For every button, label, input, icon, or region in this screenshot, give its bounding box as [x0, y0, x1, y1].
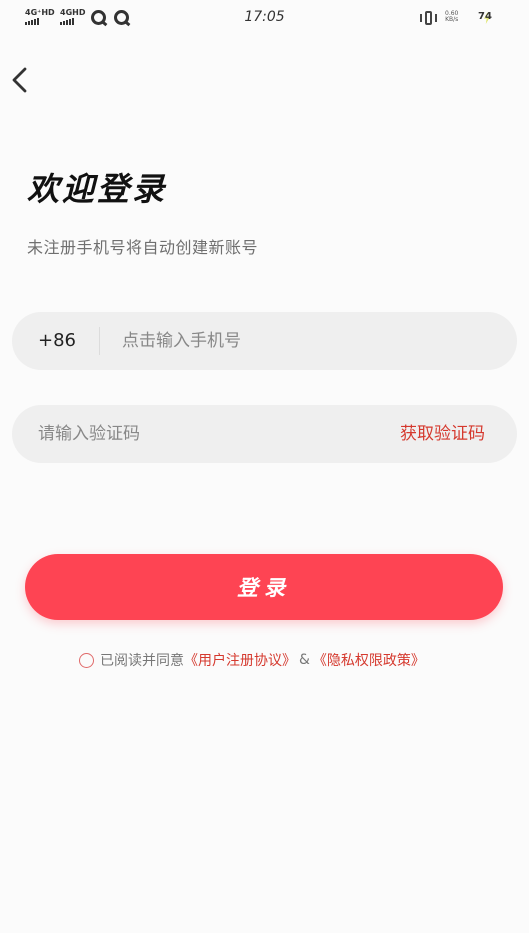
- agree-radio[interactable]: [79, 652, 94, 668]
- user-agreement-link[interactable]: 《用户注册协议》: [184, 650, 296, 670]
- network-speed-unit: KB/s: [445, 16, 459, 23]
- agree-prefix-text: 已阅读并同意: [100, 653, 184, 669]
- battery-level: 74: [478, 11, 492, 22]
- privacy-policy-link[interactable]: 《隐私权限政策》: [313, 650, 425, 670]
- verification-code-input[interactable]: [38, 405, 368, 463]
- field-divider: [99, 327, 100, 355]
- back-button[interactable]: [6, 64, 36, 96]
- battery-icon: 74: [476, 11, 492, 25]
- phone-input[interactable]: [122, 312, 492, 370]
- phone-field: +86: [12, 312, 517, 370]
- page-title: 欢迎登录: [27, 170, 168, 208]
- agreement-ampersand: &: [299, 652, 310, 668]
- country-code[interactable]: +86: [38, 312, 76, 370]
- get-code-button[interactable]: 获取验证码: [400, 405, 485, 463]
- page-subtitle: 未注册手机号将自动创建新账号: [27, 238, 259, 257]
- chevron-left-icon: [12, 67, 27, 93]
- network-speed: 0.60 KB/s: [445, 11, 458, 23]
- status-bar: 4G⁺HD 4GHD 17:05 0.60 KB/s 74: [0, 0, 529, 36]
- login-button[interactable]: 登录: [25, 554, 503, 620]
- verification-code-field: 获取验证码: [12, 405, 517, 463]
- agreement-row: 已阅读并同意 《用户注册协议》 & 《隐私权限政策》: [79, 650, 425, 670]
- vibrate-icon: [420, 11, 437, 25]
